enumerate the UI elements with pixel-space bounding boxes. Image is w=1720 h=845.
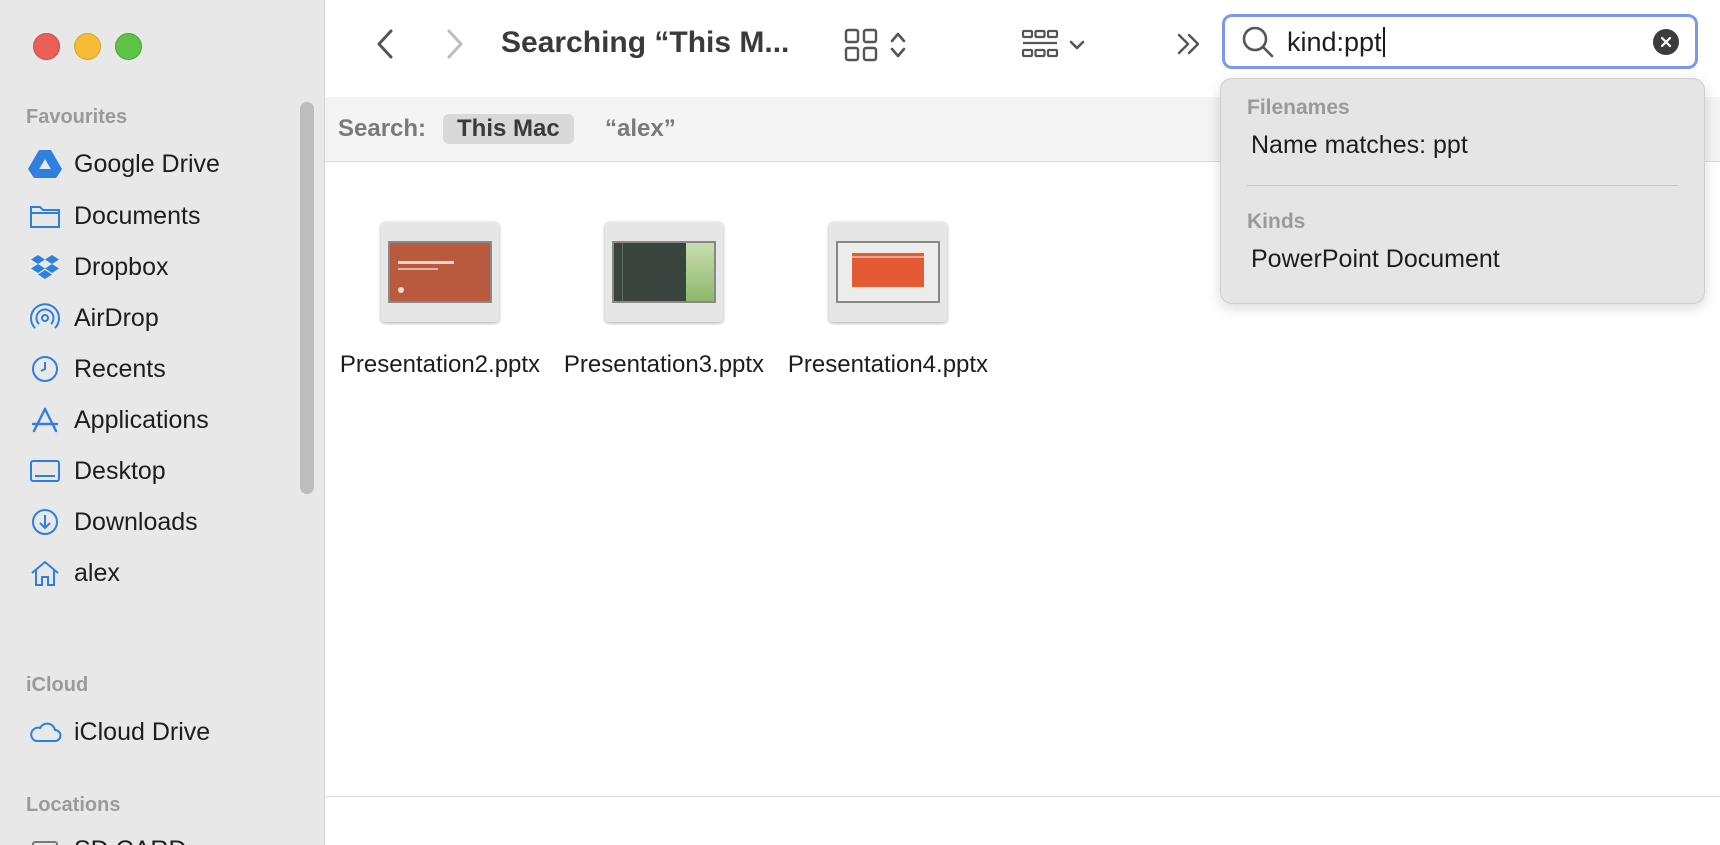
suggestion-name-matches[interactable]: Name matches: ppt	[1251, 131, 1468, 160]
window-title: Searching “This M...	[501, 26, 790, 59]
dropbox-icon	[26, 251, 64, 283]
sidebar-item-label: iCloud Drive	[74, 717, 211, 746]
slide-preview	[836, 241, 940, 303]
sidebar-item-label: Dropbox	[74, 252, 169, 281]
clear-search-button[interactable]	[1653, 29, 1679, 55]
sidebar-item-label: Applications	[74, 405, 209, 434]
file-name: Presentation3.pptx	[563, 351, 765, 378]
cloud-icon	[26, 716, 64, 748]
view-mode-button[interactable]	[835, 24, 915, 66]
sidebar-item-label: Downloads	[74, 507, 198, 536]
double-chevron-right-icon	[1177, 33, 1200, 55]
drive-icon	[26, 834, 64, 845]
chevron-left-icon	[377, 29, 393, 59]
scope-this-mac-button[interactable]: This Mac	[443, 114, 574, 144]
sidebar-item-label: alex	[74, 558, 120, 587]
scope-alex-button[interactable]: “alex”	[605, 115, 676, 143]
sidebar: Favourites Google Drive Documents Dropbo…	[0, 0, 325, 845]
sidebar-item-label: AirDrop	[74, 303, 159, 332]
more-toolbar-button[interactable]	[1171, 26, 1207, 62]
sidebar-item-google-drive[interactable]: Google Drive	[26, 144, 220, 184]
sidebar-item-recents[interactable]: Recents	[26, 349, 166, 389]
file-name: Presentation4.pptx	[787, 351, 989, 378]
slide-preview	[612, 241, 716, 303]
search-query-text[interactable]: kind:ppt	[1287, 26, 1385, 57]
file-name: Presentation2.pptx	[339, 351, 541, 378]
menu-divider	[1247, 185, 1678, 186]
icon-view-icon	[844, 28, 878, 62]
chevron-down-icon	[1069, 40, 1085, 50]
file-item[interactable]: Presentation4.pptx	[778, 222, 998, 381]
close-icon	[1660, 36, 1672, 48]
sidebar-item-documents[interactable]: Documents	[26, 196, 200, 236]
applications-icon	[26, 404, 64, 436]
zoom-window-button[interactable]	[115, 33, 142, 60]
sidebar-item-icloud-drive[interactable]: iCloud Drive	[26, 712, 210, 752]
sidebar-item-label: Desktop	[74, 456, 166, 485]
sidebar-item-applications[interactable]: Applications	[26, 400, 209, 440]
sidebar-item-label: Google Drive	[74, 149, 220, 178]
file-item[interactable]: Presentation2.pptx	[330, 222, 550, 381]
google-drive-icon	[26, 148, 64, 180]
sidebar-section-favourites: Favourites	[26, 106, 128, 128]
airdrop-icon	[26, 302, 64, 334]
sidebar-section-icloud: iCloud	[26, 674, 89, 696]
chevron-right-icon	[447, 29, 463, 59]
window-controls	[33, 33, 142, 60]
sidebar-item-label: SD CARD	[74, 836, 187, 845]
sidebar-section-locations: Locations	[26, 794, 121, 816]
search-suggestions-menu: Filenames Name matches: ppt Kinds PowerP…	[1220, 78, 1705, 304]
slide-preview	[388, 241, 492, 303]
home-icon	[26, 557, 64, 589]
sidebar-item-dropbox[interactable]: Dropbox	[26, 247, 169, 287]
status-divider	[325, 796, 1720, 797]
forward-button[interactable]	[435, 24, 475, 64]
sidebar-item-desktop[interactable]: Desktop	[26, 451, 166, 491]
close-window-button[interactable]	[33, 33, 60, 60]
suggestion-header-filenames: Filenames	[1247, 96, 1350, 119]
file-item[interactable]: Presentation3.pptx	[554, 222, 774, 381]
suggestion-powerpoint-document[interactable]: PowerPoint Document	[1251, 245, 1500, 274]
sidebar-item-sd-card[interactable]: SD CARD	[26, 830, 187, 845]
download-icon	[26, 506, 64, 538]
scope-label: Search:	[338, 115, 427, 142]
sidebar-item-downloads[interactable]: Downloads	[26, 502, 198, 542]
sidebar-item-label: Documents	[74, 201, 201, 230]
sidebar-item-label: Recents	[74, 354, 166, 383]
sidebar-item-airdrop[interactable]: AirDrop	[26, 298, 159, 338]
sidebar-scrollbar[interactable]	[300, 102, 314, 494]
file-thumbnail	[381, 222, 499, 322]
sidebar-item-alex[interactable]: alex	[26, 553, 120, 593]
search-icon	[1241, 22, 1281, 62]
minimize-window-button[interactable]	[74, 33, 101, 60]
file-thumbnail	[605, 222, 723, 322]
up-down-chevron-icon	[890, 32, 906, 58]
suggestion-header-kinds: Kinds	[1247, 210, 1306, 233]
file-thumbnail	[829, 222, 947, 322]
desktop-icon	[26, 455, 64, 487]
back-button[interactable]	[365, 24, 405, 64]
search-input[interactable]: kind:ppt	[1222, 14, 1698, 69]
group-by-button[interactable]	[1013, 24, 1093, 66]
folder-icon	[26, 200, 64, 232]
clock-icon	[26, 353, 64, 385]
group-icon	[1021, 29, 1059, 58]
